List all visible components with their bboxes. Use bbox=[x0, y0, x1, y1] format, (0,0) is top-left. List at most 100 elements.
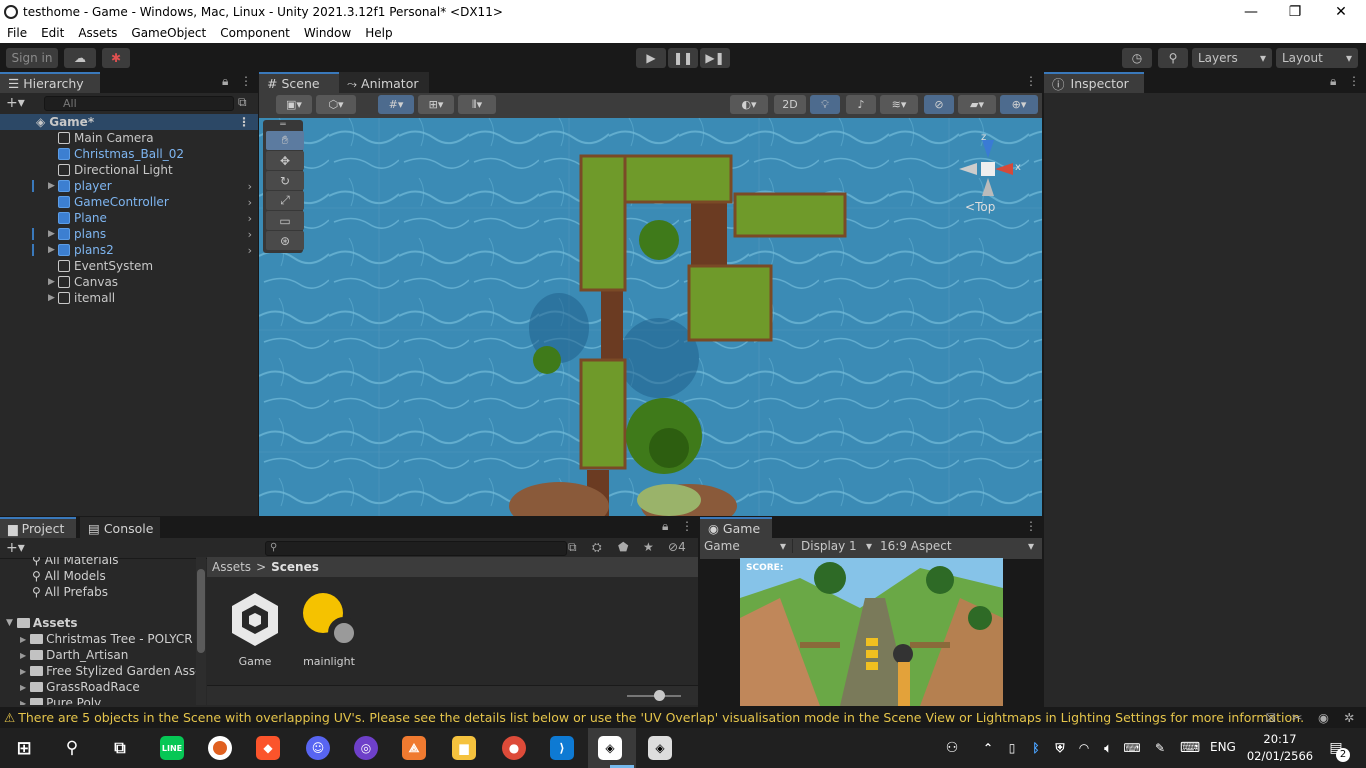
open-prefab-icon[interactable]: › bbox=[248, 244, 252, 257]
light-bake-icon[interactable]: ◉ bbox=[1318, 710, 1329, 725]
wifi-icon[interactable]: ◠ bbox=[1072, 736, 1096, 760]
chrome-icon[interactable]: ● bbox=[502, 736, 526, 760]
gizmos-dropdown[interactable]: ⊕▾ bbox=[1000, 95, 1038, 114]
toggle-2d-button[interactable]: 2D bbox=[774, 95, 806, 114]
more-icon[interactable]: ⋮ bbox=[1025, 74, 1037, 88]
open-prefab-icon[interactable]: › bbox=[248, 228, 252, 241]
render-mode-dropdown[interactable]: ◐▾ bbox=[730, 95, 768, 114]
increment-snap-dropdown[interactable]: ⦀▾ bbox=[458, 95, 496, 114]
expand-arrow-icon[interactable]: ▶ bbox=[48, 245, 58, 255]
asset-game-scene[interactable] bbox=[228, 591, 282, 649]
tab-inspector[interactable]: ⓘ Inspector bbox=[1044, 72, 1144, 93]
bluetooth-icon[interactable]: ᛒ bbox=[1024, 736, 1048, 760]
hierarchy-search-input[interactable]: All bbox=[44, 96, 234, 111]
layers-dropdown[interactable]: Layers ▾ bbox=[1192, 48, 1272, 68]
line-app-icon[interactable]: LINE bbox=[160, 736, 184, 760]
project-tree-item[interactable]: ▶ Christmas Tree - POLYCR bbox=[0, 631, 193, 647]
hierarchy-item[interactable]: ▶ plans › bbox=[0, 226, 258, 242]
expand-arrow-icon[interactable]: ▶ bbox=[20, 667, 26, 676]
hand-tool-icon[interactable]: ✋︎ bbox=[266, 131, 304, 150]
game-view-dropdown[interactable]: Game ▾ bbox=[704, 539, 788, 553]
expand-arrow-icon[interactable]: ▶ bbox=[20, 683, 26, 692]
play-button[interactable]: ▶ bbox=[636, 48, 666, 68]
more-icon[interactable]: ⋮ bbox=[1025, 519, 1037, 533]
menu-edit[interactable]: Edit bbox=[34, 26, 71, 40]
minimize-button[interactable]: — bbox=[1228, 0, 1274, 23]
tab-game[interactable]: ◉ Game bbox=[700, 517, 772, 538]
breadcrumb-assets[interactable]: Assets bbox=[212, 560, 251, 574]
people-icon[interactable]: ⚇ bbox=[940, 736, 964, 760]
hierarchy-item[interactable]: ▶ itemall bbox=[0, 290, 258, 306]
cloud-icon[interactable]: ☁ bbox=[64, 48, 96, 68]
security-icon[interactable]: ⛨ bbox=[1048, 736, 1072, 760]
device-icon[interactable]: ▯ bbox=[1000, 736, 1024, 760]
maximize-button[interactable]: ❐ bbox=[1272, 0, 1318, 23]
progress-icon[interactable]: ⛝ bbox=[1266, 710, 1276, 726]
volume-icon[interactable]: 🔈︎ bbox=[1096, 736, 1120, 760]
move-tool-icon[interactable]: ✥ bbox=[266, 151, 304, 170]
expand-arrow-icon[interactable]: ▶ bbox=[20, 651, 26, 660]
tab-hierarchy[interactable]: ☰ Hierarchy bbox=[0, 72, 100, 93]
label-icon[interactable]: ⬟ bbox=[618, 540, 628, 554]
unity-editor-icon[interactable]: ◈ bbox=[598, 736, 622, 760]
search-by-type-icon[interactable]: ⧉ bbox=[568, 540, 577, 555]
file-explorer-icon[interactable]: ▆ bbox=[452, 736, 476, 760]
input-method-icon[interactable]: ⌨ bbox=[1120, 736, 1144, 760]
hidden-packages-icon[interactable]: ⊘4 bbox=[668, 540, 686, 554]
sign-in-button[interactable]: Sign in bbox=[6, 48, 58, 68]
expand-arrow-icon[interactable]: ▶ bbox=[20, 635, 26, 644]
gizmo-center-icon[interactable] bbox=[981, 162, 995, 176]
project-tree-item[interactable]: ▶ Pure Poly bbox=[0, 695, 101, 705]
project-search-input[interactable]: ⚲ bbox=[265, 541, 567, 556]
tree-scrollbar-thumb[interactable] bbox=[197, 569, 205, 653]
sublime-icon[interactable]: ⟁ bbox=[402, 736, 426, 760]
add-icon[interactable]: +▾ bbox=[6, 540, 25, 556]
game-viewport[interactable]: SCORE: bbox=[740, 558, 1003, 706]
expand-arrow-icon[interactable]: ▶ bbox=[48, 293, 58, 303]
add-icon[interactable]: +▾ bbox=[6, 95, 25, 111]
hierarchy-item[interactable]: ▶ plans2 › bbox=[0, 242, 258, 258]
menu-help[interactable]: Help bbox=[358, 26, 399, 40]
filter-type-icon[interactable]: ⛭ bbox=[592, 540, 602, 555]
project-tree-item[interactable]: ▶ Free Stylized Garden Asse bbox=[0, 663, 196, 679]
open-prefab-icon[interactable]: › bbox=[248, 196, 252, 209]
draw-mode-dropdown[interactable]: ▣▾ bbox=[276, 95, 312, 114]
search-icon[interactable]: ⚲ bbox=[60, 736, 84, 760]
collab-icon[interactable]: ✱ bbox=[102, 48, 130, 68]
grid-dropdown[interactable]: ⊞▾ bbox=[418, 95, 454, 114]
lock-icon[interactable]: 🔒︎ bbox=[662, 519, 668, 534]
project-tree-item[interactable]: ▶ GrassRoadRace bbox=[0, 679, 140, 695]
drag-handle-icon[interactable]: ═ bbox=[263, 120, 303, 130]
settings-icon[interactable]: ✲ bbox=[1344, 710, 1354, 725]
more-icon[interactable]: ⋮ bbox=[240, 74, 252, 88]
hierarchy-item[interactable]: Christmas_Ball_02 bbox=[0, 146, 258, 162]
project-tree-item[interactable]: ⚲ All Materials bbox=[0, 557, 119, 568]
project-tree-item[interactable]: ▼ Assets bbox=[0, 615, 78, 631]
grid-snap-toggle[interactable]: #▾ bbox=[378, 95, 414, 114]
tree-scrollbar[interactable] bbox=[196, 557, 206, 705]
unity-hub-icon[interactable]: ◈ bbox=[648, 736, 672, 760]
windows-start-icon[interactable]: ⊞ bbox=[12, 736, 36, 760]
shading-dropdown[interactable]: ⬡▾ bbox=[316, 95, 356, 114]
expand-arrow-icon[interactable]: ▶ bbox=[48, 229, 58, 239]
open-prefab-icon[interactable]: › bbox=[248, 180, 252, 193]
camera-dropdown[interactable]: ▰▾ bbox=[958, 95, 996, 114]
photos-app-icon[interactable] bbox=[208, 736, 232, 760]
gizmo-x-axis-icon[interactable] bbox=[995, 163, 1013, 175]
menu-assets[interactable]: Assets bbox=[71, 26, 124, 40]
breadcrumb-scenes[interactable]: Scenes bbox=[271, 560, 319, 574]
hierarchy-item[interactable]: GameController › bbox=[0, 194, 258, 210]
tab-animator[interactable]: ⤳ Animator bbox=[339, 72, 429, 93]
project-tree-item[interactable]: ⚲ All Models bbox=[0, 568, 106, 584]
rect-tool-icon[interactable]: ▭ bbox=[266, 211, 304, 230]
chevron-up-icon[interactable]: ⌃ bbox=[976, 736, 1000, 760]
language-indicator[interactable]: ENG bbox=[1210, 740, 1236, 754]
clock-date[interactable]: 02/01/2566 bbox=[1246, 749, 1314, 763]
expand-arrow-icon[interactable]: ▶ bbox=[48, 181, 58, 191]
github-desktop-icon[interactable]: ◎ bbox=[354, 736, 378, 760]
scene-search-icon[interactable]: ⧉ bbox=[238, 95, 247, 110]
clock-time[interactable]: 20:17 bbox=[1248, 732, 1312, 746]
hierarchy-item[interactable]: EventSystem bbox=[0, 258, 258, 274]
menu-component[interactable]: Component bbox=[213, 26, 297, 40]
menu-window[interactable]: Window bbox=[297, 26, 358, 40]
